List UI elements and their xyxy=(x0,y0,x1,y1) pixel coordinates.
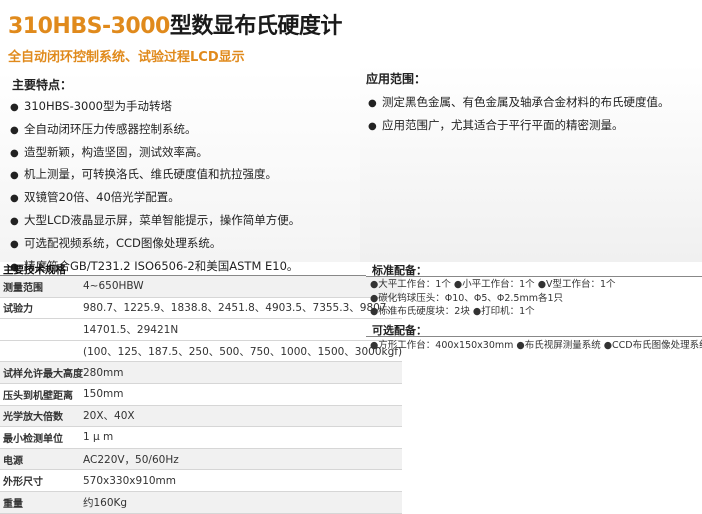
spec-label: 试样允许最大高度 xyxy=(3,369,83,381)
optional-list: ●方形工作台：400x150x30mm ●布氏视屏测量系统 ●CCD布氏图像处理… xyxy=(370,339,702,353)
spec-value: 4~650HBW xyxy=(83,280,144,293)
table-row: 重量 约160Kg xyxy=(0,491,403,514)
list-item: ●大平工作台：1个 ●小平工作台：1个 ●V型工作台：1个 xyxy=(370,279,616,290)
bullet-icon: ● xyxy=(368,120,377,132)
spec-label: 电源 xyxy=(3,455,23,467)
bullet-icon: ● xyxy=(10,238,19,250)
list-item: ● 造型新颖，构造坚固，测试效率高。 xyxy=(10,142,300,165)
feature-text: 310HBS-3000型为手动转塔 xyxy=(24,99,172,113)
spec-value: 570x330x910mm xyxy=(83,474,177,487)
applications-section: 应用范围： ● 测定黑色金属、有色金属及轴承合金材料的布氏硬度值。 ● 应用范围广，… xyxy=(360,64,702,262)
list-item: ● 全自动闭环压力传感器控制系统。 xyxy=(10,119,300,142)
bullet-icon: ● xyxy=(10,124,19,136)
list-item: ● 双镜管20倍、40倍光学配置。 xyxy=(10,187,300,210)
spec-value: AC220V，50/60Hz xyxy=(83,453,179,466)
applications-heading: 应用范围： xyxy=(366,72,427,86)
spec-label: 最小检测单位 xyxy=(3,433,63,445)
specs-table: 测量范围 4~650HBW 试验力 980.7、1225.9、1838.8、2451… xyxy=(0,276,403,514)
bullet-icon: ● xyxy=(10,170,19,182)
features-list: ● 310HBS-3000型为手动转塔 ● 全自动闭环压力传感器控制系统。 ● 造型新… xyxy=(10,96,300,278)
list-item: ● 310HBS-3000型为手动转塔 xyxy=(10,96,300,119)
feature-text: 机上测量，可转换洛氏、维氏硬度值和抗拉强度。 xyxy=(24,167,277,182)
application-text: 应用范围广，尤其适合于平行平面的精密测量。 xyxy=(382,117,624,132)
bullet-icon: ● xyxy=(10,147,19,159)
spec-label: 外形尺寸 xyxy=(3,477,43,489)
spec-label xyxy=(0,340,83,362)
list-item: ●方形工作台：400x150x30mm ●布氏视屏测量系统 ●CCD布氏图像处理… xyxy=(370,340,702,351)
bullet-icon: ● xyxy=(10,102,19,113)
feature-text: 双镜管20倍、40倍光学配置。 xyxy=(24,190,180,205)
list-item: ●碳化钨球压头：Φ10、Φ5、Φ2.5mm各1只 xyxy=(370,292,564,304)
applications-list: ● 测定黑色金属、有色金属及轴承合金材料的布氏硬度值。 ● 应用范围广，尤其适合于平… xyxy=(368,92,670,138)
page-title: 310HBS-3000型数显布氏硬度计 xyxy=(8,8,342,40)
optional-divider xyxy=(366,336,702,337)
bullet-icon: ● xyxy=(368,98,377,109)
spec-value: 约160Kg xyxy=(83,496,128,509)
list-item: ● 可选配视频系统，CCD图像处理系统。 xyxy=(10,233,300,256)
application-text: 测定黑色金属、有色金属及轴承合金材料的布氏硬度值。 xyxy=(382,95,670,109)
spec-value: 14701.5、29421N xyxy=(83,323,179,336)
table-row: 14701.5、29421N xyxy=(0,319,403,341)
table-row: 测量范围 4~650HBW xyxy=(0,276,403,298)
feature-text: 大型LCD液晶显示屏，菜单智能提示，操作简单方便。 xyxy=(24,212,301,227)
table-row: 光学放大倍数 20X、40X xyxy=(0,405,403,427)
table-row: 试验力 980.7、1225.9、1838.8、2451.8、4903.5、735… xyxy=(0,297,403,319)
spec-value: 1 μ m xyxy=(83,431,114,444)
list-item: ● 应用范围广，尤其适合于平行平面的精密测量。 xyxy=(368,115,670,138)
table-row: 电源 AC220V，50/60Hz xyxy=(0,448,403,470)
spec-value: 280mm xyxy=(83,366,124,379)
list-item: ● 机上测量，可转换洛氏、维氏硬度值和抗拉强度。 xyxy=(10,164,300,187)
spec-label: 重量 xyxy=(3,498,23,510)
table-row: (100、125、187.5、250、500、750、1000、1500、300… xyxy=(0,340,403,362)
standard-list: ●大平工作台：1个 ●小平工作台：1个 ●V型工作台：1个 ●碳化钨球压头：Φ1… xyxy=(370,278,616,319)
table-row: 试样允许最大高度 280mm xyxy=(0,361,403,384)
spec-value: 150mm xyxy=(83,388,124,401)
bullet-icon: ● xyxy=(10,193,19,205)
features-section: 主要特点： ● 310HBS-3000型为手动转塔 ● 全自动闭环压力传感器控制系统… xyxy=(0,70,360,273)
standard-divider xyxy=(366,276,702,277)
table-row: 最小检测单位 1 μ m xyxy=(0,427,403,449)
page-subtitle: 全自动闭环控制系统、试验过程LCD显示 xyxy=(8,50,245,65)
title-suffix: 型数显布氏硬度计 xyxy=(169,14,343,39)
table-row: 压头到机壁距离 150mm xyxy=(0,383,403,406)
spec-value: (100、125、187.5、250、500、750、1000、1500、300… xyxy=(83,345,403,358)
spec-value: 20X、40X xyxy=(83,410,135,423)
list-item: ● 测定黑色金属、有色金属及轴承合金材料的布氏硬度值。 xyxy=(368,92,670,115)
list-item: ● 大型LCD液晶显示屏，菜单智能提示，操作简单方便。 xyxy=(10,210,300,233)
spec-label: 光学放大倍数 xyxy=(3,412,63,424)
table-row: 外形尺寸 570x330x910mm xyxy=(0,470,403,492)
list-item: ●标准布氏硬度块：2块 ●打印机：1个 xyxy=(370,306,535,317)
spec-label: 试验力 xyxy=(3,304,33,316)
spec-value: 980.7、1225.9、1838.8、2451.8、4903.5、7355.3… xyxy=(83,302,397,315)
feature-text: 全自动闭环压力传感器控制系统。 xyxy=(24,121,197,136)
feature-text: 可选配视频系统，CCD图像处理系统。 xyxy=(24,235,222,250)
spec-label: 压头到机壁距离 xyxy=(3,390,73,402)
feature-text: 造型新颖，构造坚固，测试效率高。 xyxy=(24,144,208,159)
features-heading: 主要特点： xyxy=(12,78,73,92)
model-number: 310HBS-3000 xyxy=(8,14,170,39)
bullet-icon: ● xyxy=(10,215,19,227)
spec-label xyxy=(0,319,83,341)
spec-label: 测量范围 xyxy=(3,282,43,294)
